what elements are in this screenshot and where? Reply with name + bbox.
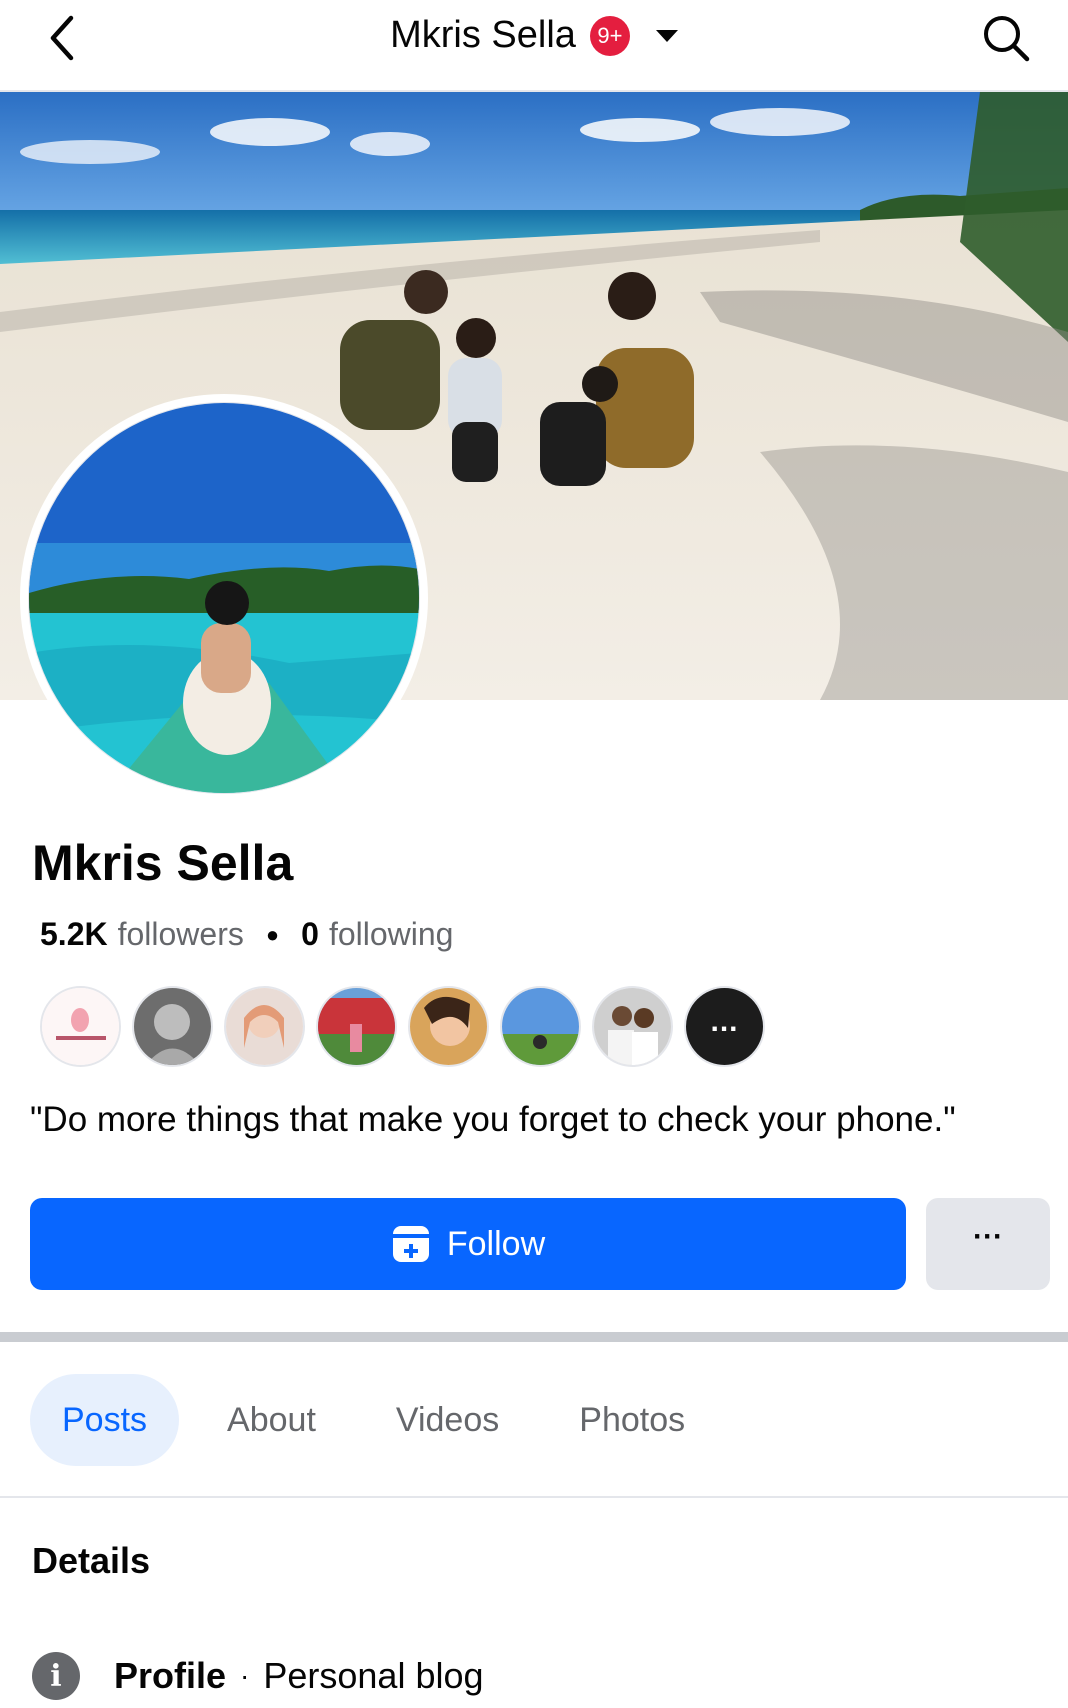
more-followers-button[interactable]: ...	[684, 986, 765, 1067]
detail-label: Profile	[114, 1655, 227, 1696]
follower-avatar[interactable]	[224, 986, 305, 1067]
page-title: Mkris Sella	[390, 14, 576, 56]
following-count[interactable]: 0	[301, 916, 319, 953]
follower-avatar[interactable]	[40, 986, 121, 1067]
detail-profile-row: i Profile · Personal blog	[32, 1652, 484, 1700]
notification-badge: 9+	[589, 15, 630, 56]
tabs-divider	[0, 1496, 1068, 1498]
profile-switcher[interactable]: Mkris Sella 9+	[0, 14, 1068, 57]
follower-avatar[interactable]	[592, 986, 673, 1067]
search-button[interactable]	[978, 10, 1034, 66]
follow-label: Follow	[446, 1224, 546, 1263]
profile-bio: "Do more things that make you forget to …	[30, 1100, 956, 1139]
info-icon: i	[32, 1652, 80, 1700]
follower-avatar[interactable]	[408, 986, 489, 1067]
profile-picture[interactable]	[20, 394, 428, 802]
section-divider	[0, 1332, 1068, 1342]
follow-stats: 5.2K followers ● 0 following	[40, 916, 453, 953]
more-options-button[interactable]: ···	[926, 1198, 1050, 1290]
tab-posts[interactable]: Posts	[30, 1374, 180, 1466]
caret-down-icon	[655, 29, 678, 42]
details-heading: Details	[32, 1540, 151, 1581]
follower-avatar[interactable]	[316, 986, 397, 1067]
follow-button[interactable]: Follow	[30, 1198, 906, 1290]
follower-avatar[interactable]	[132, 986, 213, 1067]
search-icon	[984, 16, 1030, 62]
stats-separator: ●	[265, 921, 280, 947]
following-label[interactable]: following	[329, 916, 454, 953]
profile-picture-image	[28, 402, 420, 794]
detail-separator: ·	[240, 1660, 250, 1691]
more-options-icon: ···	[973, 1220, 1003, 1253]
followers-count[interactable]: 5.2K	[40, 916, 108, 953]
top-bar: Mkris Sella 9+	[0, 0, 1068, 92]
tab-videos[interactable]: Videos	[364, 1374, 531, 1466]
detail-value: Personal blog	[263, 1655, 484, 1696]
more-dots-icon: ...	[710, 1004, 739, 1038]
follow-icon	[392, 1226, 429, 1262]
follower-avatars: ...	[40, 986, 765, 1067]
tab-about[interactable]: About	[195, 1374, 348, 1466]
followers-label[interactable]: followers	[118, 916, 244, 953]
follower-avatar[interactable]	[500, 986, 581, 1067]
tab-photos[interactable]: Photos	[547, 1374, 717, 1466]
profile-name: Mkris Sella	[32, 835, 294, 891]
profile-tabs: Posts About Videos Photos	[30, 1374, 733, 1466]
